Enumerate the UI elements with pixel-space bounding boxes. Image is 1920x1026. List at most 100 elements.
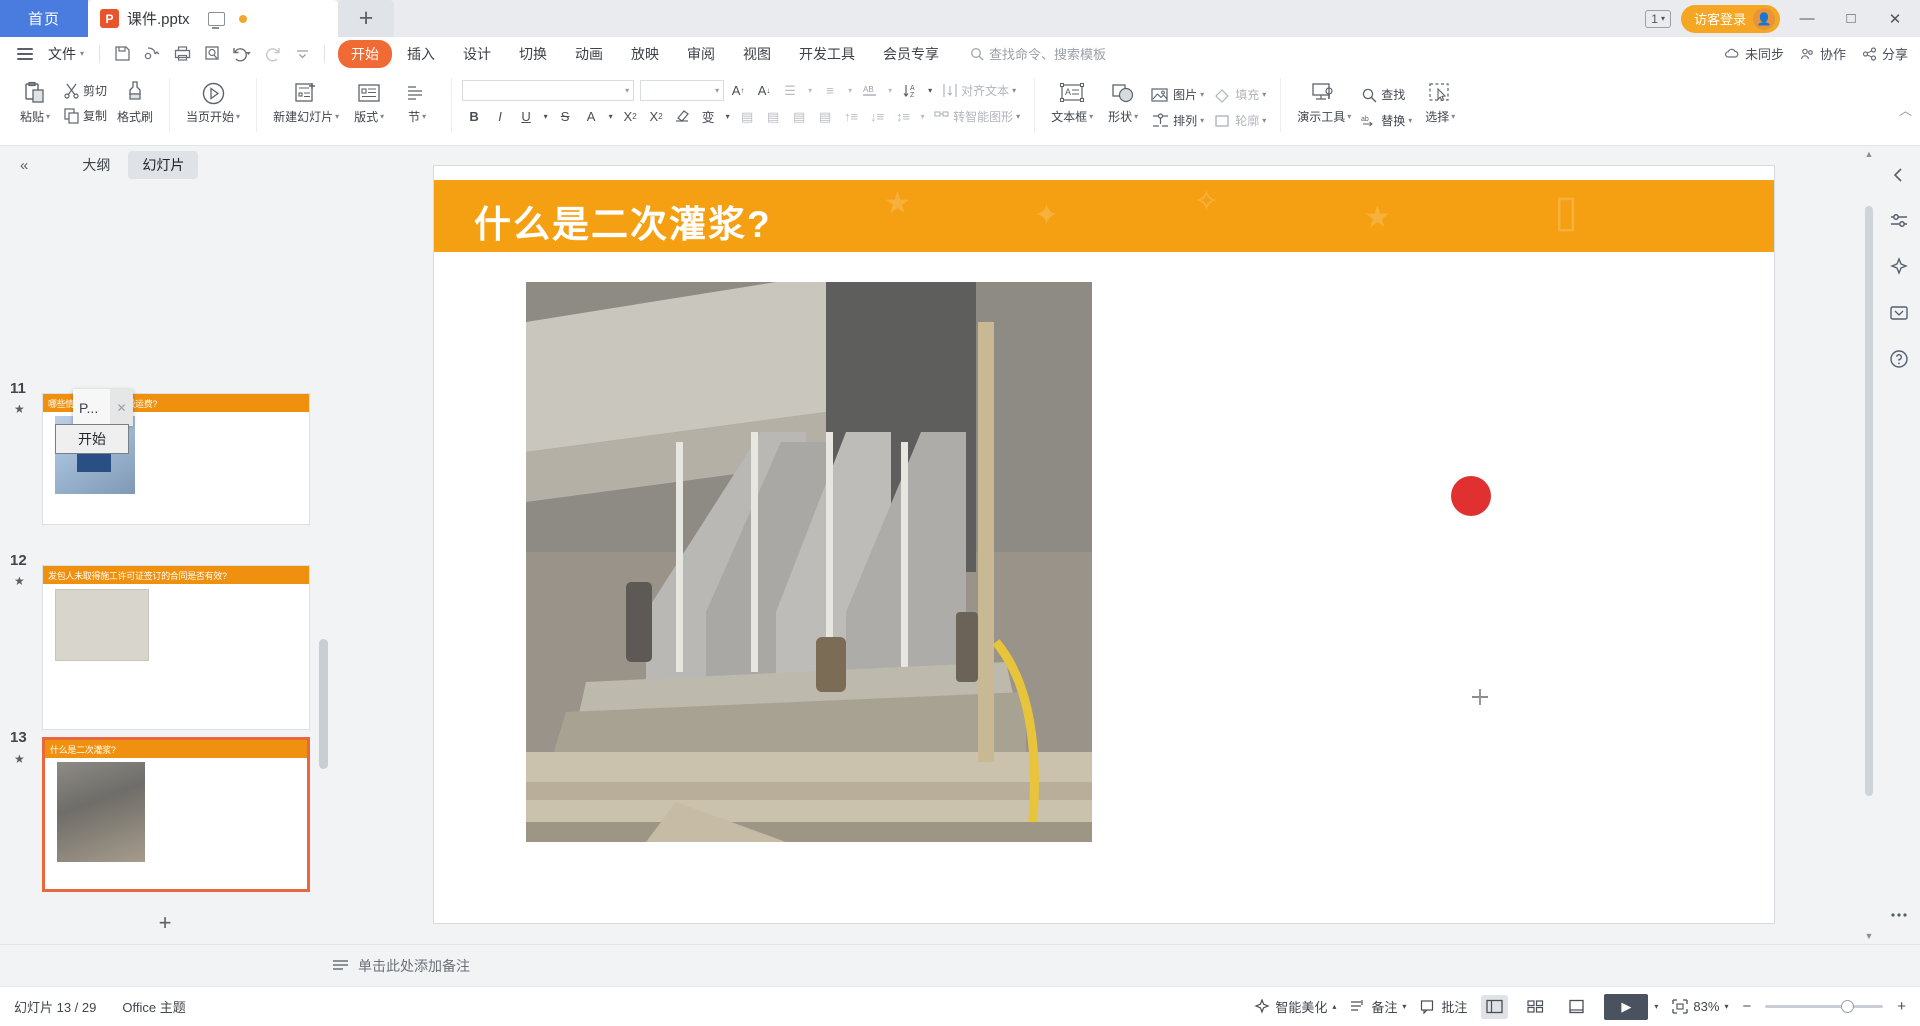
increase-indent-button[interactable]: ↓≡: [865, 106, 889, 128]
bold-button[interactable]: B: [462, 106, 486, 128]
save-as-icon[interactable]: [137, 41, 167, 67]
tab-会员专享[interactable]: 会员专享: [870, 40, 952, 68]
bullet-list-button[interactable]: ☰: [778, 80, 802, 102]
fit-slide-button[interactable]: 83% ▾: [1672, 999, 1728, 1014]
zoom-out-button[interactable]: −: [1742, 998, 1751, 1015]
shape-button[interactable]: 形状 ▾: [1099, 74, 1147, 136]
close-button[interactable]: ✕: [1878, 4, 1912, 34]
ribbon-collapse-button[interactable]: ︿: [1899, 100, 1912, 119]
outline-button[interactable]: 轮廓 ▾: [1210, 110, 1270, 132]
align-text-button[interactable]: 对齐文本 ▾: [938, 80, 1020, 102]
sync-status-button[interactable]: 未同步: [1724, 44, 1784, 63]
subscript-button[interactable]: X2: [644, 106, 668, 128]
comment-button[interactable]: 批注: [1420, 997, 1467, 1016]
tab-开发工具[interactable]: 开发工具: [786, 40, 868, 68]
tab-outline[interactable]: 大纲: [68, 151, 124, 179]
sort-button[interactable]: AZ: [898, 80, 922, 102]
thumbnail-popup[interactable]: P... ✕: [73, 389, 133, 426]
undo-icon[interactable]: [227, 41, 257, 67]
zoom-slider[interactable]: [1765, 1000, 1884, 1013]
phonetic-caret[interactable]: ▾: [722, 106, 733, 128]
sparkle-icon[interactable]: [1884, 252, 1914, 282]
panel-collapse-icon[interactable]: [1884, 160, 1914, 190]
media-icon[interactable]: [1884, 298, 1914, 328]
layout-button[interactable]: 版式 ▾: [345, 74, 393, 136]
align-left-button[interactable]: ▤: [735, 106, 759, 128]
new-tab-button[interactable]: +: [338, 0, 394, 37]
bullet-list-caret[interactable]: ▾: [804, 80, 816, 102]
clear-format-button[interactable]: [670, 106, 694, 128]
reading-view-button[interactable]: [1563, 995, 1590, 1019]
paste-button[interactable]: 粘贴 ▾: [11, 74, 59, 136]
save-icon[interactable]: [107, 41, 137, 67]
tab-动画[interactable]: 动画: [562, 40, 616, 68]
font-name-input[interactable]: ▾: [462, 80, 635, 101]
add-slide-button[interactable]: +: [0, 902, 330, 944]
copy-button[interactable]: 复制: [59, 104, 111, 126]
home-tab[interactable]: 首页: [0, 0, 88, 37]
underline-button[interactable]: U: [514, 106, 538, 128]
normal-view-button[interactable]: [1481, 994, 1509, 1019]
share-button[interactable]: 分享: [1862, 44, 1908, 63]
minimize-button[interactable]: —: [1790, 4, 1824, 34]
tab-视图[interactable]: 视图: [730, 40, 784, 68]
font-size-input[interactable]: ▾: [640, 80, 725, 101]
format-painter-button[interactable]: 格式刷: [111, 74, 159, 136]
tab-审阅[interactable]: 审阅: [674, 40, 728, 68]
align-right-button[interactable]: ▤: [787, 106, 811, 128]
maximize-button[interactable]: □: [1834, 4, 1868, 34]
increase-font-size-button[interactable]: A ↑: [726, 80, 750, 102]
replace-button[interactable]: ab 替换 ▾: [1357, 110, 1416, 132]
start-here-button[interactable]: 当页开始 ▾: [180, 74, 246, 136]
collaborate-button[interactable]: 协作: [1800, 44, 1846, 63]
tab-count-badge[interactable]: 1 ▾: [1645, 9, 1671, 28]
app-menu-button[interactable]: [10, 47, 40, 60]
decrease-font-size-button[interactable]: A ↓: [752, 80, 776, 102]
double-chevron-left-icon[interactable]: «: [8, 157, 40, 174]
textbox-button[interactable]: A 文本框 ▾: [1045, 74, 1099, 136]
thumbnail-popup-start-button[interactable]: 开始: [55, 424, 129, 454]
smart-beautify-button[interactable]: 智能美化 ▴: [1254, 997, 1336, 1016]
picture-button[interactable]: 图片 ▾: [1147, 84, 1208, 106]
font-color-button[interactable]: A: [579, 106, 603, 128]
print-icon[interactable]: [167, 41, 197, 67]
italic-button[interactable]: I: [488, 106, 512, 128]
slide-list[interactable]: 11 ★ 哪些情况下记取二次搬运费? P... ✕ 开始 12 ★: [0, 184, 330, 902]
align-center-button[interactable]: ▤: [761, 106, 785, 128]
tab-设计[interactable]: 设计: [450, 40, 504, 68]
zoom-slider-handle[interactable]: [1841, 1000, 1855, 1013]
arrange-button[interactable]: 排列 ▾: [1147, 110, 1208, 132]
file-menu-button[interactable]: 文件 ▾: [40, 44, 92, 64]
underline-caret[interactable]: ▾: [540, 106, 551, 128]
phonetic-button[interactable]: 变: [696, 106, 720, 128]
tab-slides[interactable]: 幻灯片: [128, 151, 199, 179]
presentation-monitor-icon[interactable]: [207, 11, 225, 29]
find-button[interactable]: 查找: [1357, 84, 1409, 106]
slide-title-banner[interactable]: ★ ✦ ✧ ★ ▯ 什么是二次灌浆?: [434, 180, 1774, 252]
tab-开始[interactable]: 开始: [338, 39, 393, 68]
numbered-list-caret[interactable]: ▾: [844, 80, 856, 102]
decrease-indent-button[interactable]: ↑≡: [839, 106, 863, 128]
align-justify-button[interactable]: ▤: [813, 106, 837, 128]
sort-caret[interactable]: ▾: [924, 80, 936, 102]
new-slide-button[interactable]: 新建幻灯片 ▾: [267, 74, 345, 136]
print-preview-icon[interactable]: [197, 41, 227, 67]
superscript-button[interactable]: X2: [618, 106, 642, 128]
slideshow-dropdown-caret[interactable]: ▾: [1654, 1002, 1658, 1011]
tab-插入[interactable]: 插入: [394, 40, 448, 68]
scroll-down-icon[interactable]: ▼: [1862, 928, 1876, 944]
convert-smartart-button[interactable]: 转智能图形 ▾: [930, 106, 1024, 128]
canvas-scrollbar[interactable]: ▲ ▼: [1862, 146, 1876, 944]
slide-thumb-13[interactable]: 什么是二次灌浆?: [42, 737, 310, 892]
slide-sorter-button[interactable]: [1522, 995, 1549, 1019]
slide-photo[interactable]: [526, 282, 1092, 842]
line-spacing-button[interactable]: ↕≡: [891, 106, 915, 128]
slide-thumb-12[interactable]: 发包人未取得施工许可证签订的合同是否有效?: [42, 565, 310, 730]
more-icon[interactable]: [1884, 900, 1914, 930]
notes-bar[interactable]: 单击此处添加备注: [0, 944, 1920, 986]
notes-toggle-button[interactable]: 备注 ▾: [1350, 997, 1406, 1016]
guest-login-button[interactable]: 访客登录 👤: [1680, 4, 1780, 33]
slide-panel-scrollbar[interactable]: [319, 639, 328, 769]
text-highlight-button[interactable]: AB: [858, 80, 882, 102]
numbered-list-button[interactable]: ≡: [818, 80, 842, 102]
